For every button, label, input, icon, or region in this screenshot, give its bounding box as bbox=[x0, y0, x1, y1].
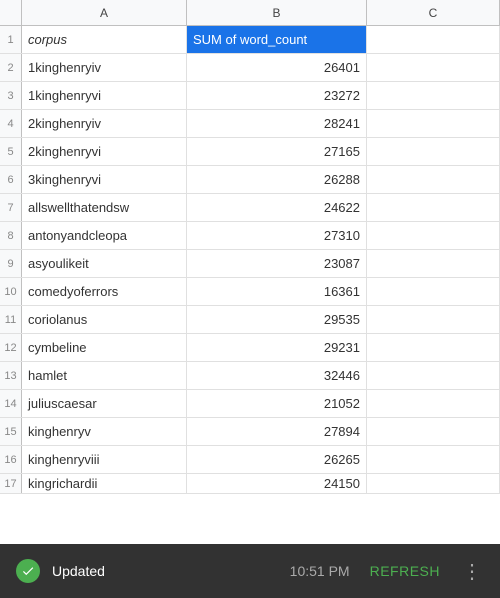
value-cell[interactable]: 27894 bbox=[187, 418, 367, 445]
c-cell bbox=[367, 474, 500, 493]
table-row: 3 1kinghenryvi 23272 bbox=[0, 82, 500, 110]
row-number: 1 bbox=[0, 26, 22, 53]
table-row: 14 juliuscaesar 21052 bbox=[0, 390, 500, 418]
row-number: 5 bbox=[0, 138, 22, 165]
refresh-button[interactable]: Refresh bbox=[362, 559, 448, 583]
corpus-cell[interactable]: 2kinghenryiv bbox=[22, 110, 187, 137]
row-number: 15 bbox=[0, 418, 22, 445]
notification-status: Updated bbox=[52, 563, 270, 579]
table-row: 17 kingrichardii 24150 bbox=[0, 474, 500, 494]
row-number: 12 bbox=[0, 334, 22, 361]
col-header-a[interactable]: A bbox=[22, 0, 187, 25]
table-row: 16 kinghenryviii 26265 bbox=[0, 446, 500, 474]
corpus-cell[interactable]: 1kinghenryiv bbox=[22, 54, 187, 81]
row-number: 10 bbox=[0, 278, 22, 305]
value-cell[interactable]: 29231 bbox=[187, 334, 367, 361]
corpus-cell[interactable]: asyoulikeit bbox=[22, 250, 187, 277]
value-cell[interactable]: 24622 bbox=[187, 194, 367, 221]
c-cell bbox=[367, 362, 500, 389]
row-number: 11 bbox=[0, 306, 22, 333]
corpus-cell[interactable]: kinghenryv bbox=[22, 418, 187, 445]
corpus-cell[interactable]: 2kinghenryvi bbox=[22, 138, 187, 165]
data-rows: 1 corpus SUM of word_count 2 1kinghenryi… bbox=[0, 26, 500, 494]
value-cell[interactable]: 32446 bbox=[187, 362, 367, 389]
col-header-c[interactable]: C bbox=[367, 0, 500, 25]
spreadsheet: A B C 1 corpus SUM of word_count 2 1king… bbox=[0, 0, 500, 598]
value-cell[interactable]: 26265 bbox=[187, 446, 367, 473]
c-cell bbox=[367, 54, 500, 81]
value-cell[interactable]: 23272 bbox=[187, 82, 367, 109]
table-row: 8 antonyandcleopa 27310 bbox=[0, 222, 500, 250]
table-row: 4 2kinghenryiv 28241 bbox=[0, 110, 500, 138]
row-num-spacer bbox=[0, 0, 22, 25]
c-cell bbox=[367, 250, 500, 277]
row-number: 8 bbox=[0, 222, 22, 249]
table-row: 5 2kinghenryvi 27165 bbox=[0, 138, 500, 166]
c-cell bbox=[367, 110, 500, 137]
table-row: 6 3kinghenryvi 26288 bbox=[0, 166, 500, 194]
row-number: 17 bbox=[0, 474, 22, 493]
header-c-cell bbox=[367, 26, 500, 53]
table-row: 1 corpus SUM of word_count bbox=[0, 26, 500, 54]
value-cell[interactable]: 26401 bbox=[187, 54, 367, 81]
corpus-cell[interactable]: kingrichardii bbox=[22, 474, 187, 493]
c-cell bbox=[367, 446, 500, 473]
c-cell bbox=[367, 390, 500, 417]
c-cell bbox=[367, 138, 500, 165]
corpus-cell[interactable]: kinghenryviii bbox=[22, 446, 187, 473]
value-cell[interactable]: 27310 bbox=[187, 222, 367, 249]
more-options-icon[interactable]: ⋮ bbox=[460, 559, 484, 584]
column-headers: A B C bbox=[0, 0, 500, 26]
c-cell bbox=[367, 306, 500, 333]
corpus-cell[interactable]: cymbeline bbox=[22, 334, 187, 361]
c-cell bbox=[367, 194, 500, 221]
row-number: 16 bbox=[0, 446, 22, 473]
row-number: 4 bbox=[0, 110, 22, 137]
header-corpus-cell[interactable]: corpus bbox=[22, 26, 187, 53]
row-number: 9 bbox=[0, 250, 22, 277]
row-number: 13 bbox=[0, 362, 22, 389]
table-row: 15 kinghenryv 27894 bbox=[0, 418, 500, 446]
corpus-cell[interactable]: comedyoferrors bbox=[22, 278, 187, 305]
table-row: 11 coriolanus 29535 bbox=[0, 306, 500, 334]
value-cell[interactable]: 28241 bbox=[187, 110, 367, 137]
value-cell[interactable]: 16361 bbox=[187, 278, 367, 305]
row-number: 7 bbox=[0, 194, 22, 221]
value-cell[interactable]: 26288 bbox=[187, 166, 367, 193]
table-row: 9 asyoulikeit 23087 bbox=[0, 250, 500, 278]
row-number: 3 bbox=[0, 82, 22, 109]
value-cell[interactable]: 27165 bbox=[187, 138, 367, 165]
corpus-cell[interactable]: 3kinghenryvi bbox=[22, 166, 187, 193]
corpus-cell[interactable]: antonyandcleopa bbox=[22, 222, 187, 249]
row-number: 14 bbox=[0, 390, 22, 417]
table-row: 10 comedyoferrors 16361 bbox=[0, 278, 500, 306]
corpus-cell[interactable]: hamlet bbox=[22, 362, 187, 389]
c-cell bbox=[367, 278, 500, 305]
c-cell bbox=[367, 222, 500, 249]
status-icon bbox=[16, 559, 40, 583]
row-number: 6 bbox=[0, 166, 22, 193]
c-cell bbox=[367, 166, 500, 193]
value-cell[interactable]: 29535 bbox=[187, 306, 367, 333]
corpus-cell[interactable]: 1kinghenryvi bbox=[22, 82, 187, 109]
c-cell bbox=[367, 334, 500, 361]
value-cell[interactable]: 23087 bbox=[187, 250, 367, 277]
c-cell bbox=[367, 418, 500, 445]
table-row: 7 allswellthatendsw 24622 bbox=[0, 194, 500, 222]
corpus-cell[interactable]: coriolanus bbox=[22, 306, 187, 333]
c-cell bbox=[367, 82, 500, 109]
table-row: 2 1kinghenryiv 26401 bbox=[0, 54, 500, 82]
notification-time: 10:51 PM bbox=[290, 563, 350, 579]
value-cell[interactable]: 24150 bbox=[187, 474, 367, 493]
header-sum-cell[interactable]: SUM of word_count bbox=[187, 26, 367, 53]
col-header-b[interactable]: B bbox=[187, 0, 367, 25]
table-row: 13 hamlet 32446 bbox=[0, 362, 500, 390]
corpus-cell[interactable]: allswellthatendsw bbox=[22, 194, 187, 221]
corpus-cell[interactable]: juliuscaesar bbox=[22, 390, 187, 417]
row-number: 2 bbox=[0, 54, 22, 81]
notification-bar: Updated 10:51 PM Refresh ⋮ bbox=[0, 544, 500, 598]
value-cell[interactable]: 21052 bbox=[187, 390, 367, 417]
table-row: 12 cymbeline 29231 bbox=[0, 334, 500, 362]
